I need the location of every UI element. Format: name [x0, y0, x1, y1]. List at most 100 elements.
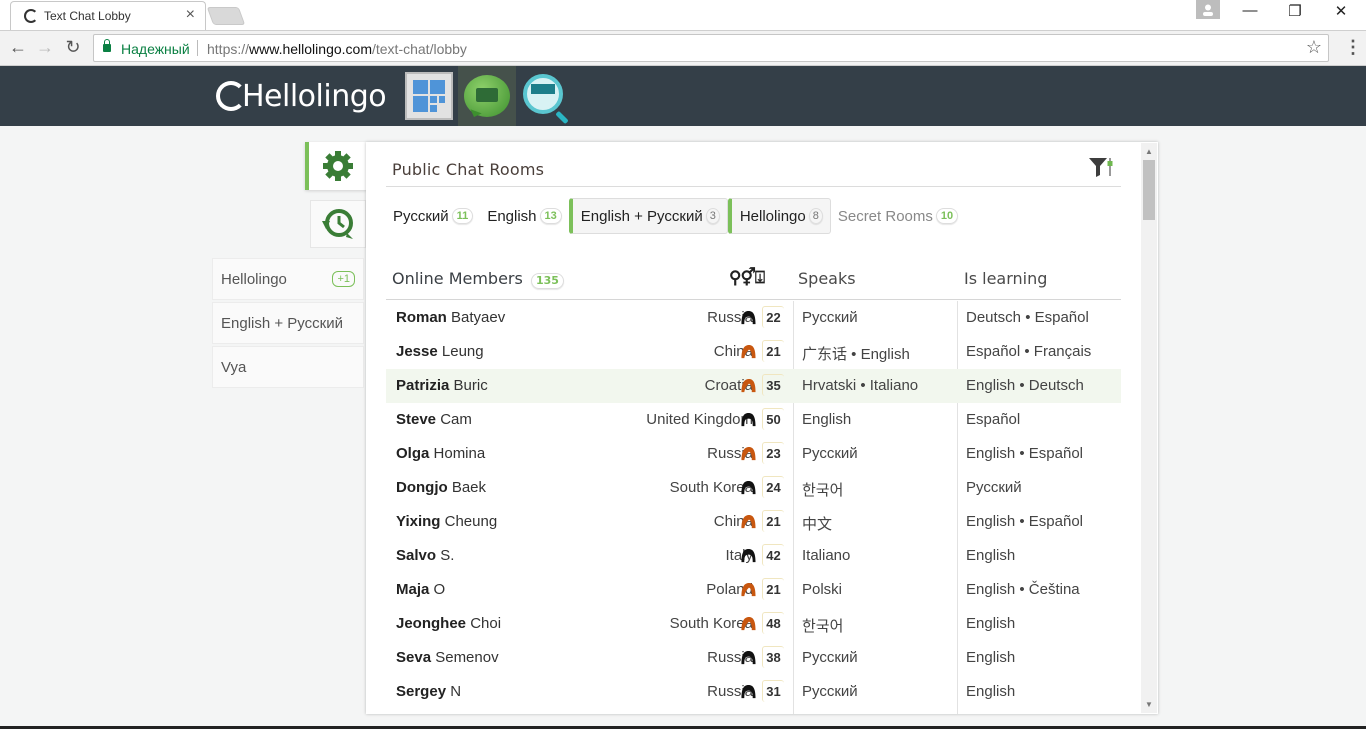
joined-room-label: Vya: [221, 358, 247, 376]
browser-menu-icon[interactable]: ⋮: [1344, 37, 1362, 58]
member-learning: English: [966, 547, 1016, 564]
last-name: Baek: [451, 479, 487, 496]
member-row[interactable]: Jeonghee Choi South Korea 48 한국어 English: [386, 607, 1121, 641]
member-row[interactable]: Maja O Poland 21 Polski English • Čeština: [386, 573, 1121, 607]
settings-tab[interactable]: [305, 142, 367, 190]
first-name: Yixing: [396, 513, 441, 530]
member-age: 24: [762, 476, 784, 498]
member-age: 31: [762, 680, 784, 702]
new-tab-button[interactable]: [206, 7, 246, 25]
member-learning: English • Deutsch: [966, 377, 1084, 394]
member-age: 21: [762, 510, 784, 532]
member-speaks: 한국어: [802, 618, 844, 635]
room-english-russian[interactable]: English + Русский 3: [568, 198, 728, 234]
member-row[interactable]: Olga Homina Russia 23 Русский English • Espa…: [386, 437, 1121, 471]
forward-icon[interactable]: →: [34, 37, 56, 58]
male-gender-icon: [741, 412, 756, 427]
close-window-button[interactable]: ✕: [1321, 2, 1361, 20]
room-label: English + Русский: [580, 207, 703, 225]
member-speaks: Русский: [802, 445, 858, 462]
member-row[interactable]: Dongjo Baek South Korea 24 한국어 Русский: [386, 471, 1121, 505]
bookmark-star-icon[interactable]: ☆: [1306, 37, 1322, 58]
private-chat-vya[interactable]: Vya: [212, 346, 364, 388]
joined-room-hellolingo[interactable]: Hellolingo +1: [212, 258, 364, 300]
member-row[interactable]: Jesse Leung China 21 广东话 • English Español •…: [386, 335, 1121, 369]
member-row[interactable]: Seva Semenov Russia 38 Русский English: [386, 641, 1121, 675]
last-name: N: [450, 683, 462, 700]
member-row[interactable]: Sergey N Russia 31 Русский English: [386, 675, 1121, 709]
member-name: Salvo S.: [396, 547, 454, 564]
joined-room-english-russian[interactable]: English + Русский: [212, 302, 364, 344]
panel-scrollbar[interactable]: ▲ ▼: [1141, 143, 1157, 713]
male-gender-icon: [741, 310, 756, 325]
members-header: Online Members 135 ⚲⚥⍗ Speaks Is learnin…: [386, 260, 1121, 300]
nav-text-chat[interactable]: [458, 66, 516, 126]
member-name: Jesse Leung: [396, 343, 484, 360]
members-count: 135: [530, 273, 564, 289]
male-gender-icon: [741, 480, 756, 495]
joined-room-label: English + Русский: [221, 314, 343, 332]
member-name: Olga Homina: [396, 445, 485, 462]
member-name: Jeonghee Choi: [396, 615, 501, 632]
close-tab-icon[interactable]: ×: [186, 6, 195, 24]
members-title-text: Online Members: [392, 269, 523, 288]
age-sort-icon[interactable]: ⍗: [755, 268, 765, 287]
room-secret-rooms[interactable]: Secret Rooms 10: [831, 198, 965, 234]
location-sort-icon[interactable]: ⚲: [729, 268, 741, 287]
member-age: 21: [762, 578, 784, 600]
member-speaks: Italiano: [802, 547, 851, 564]
female-gender-icon: [741, 344, 756, 359]
male-gender-icon: [741, 548, 756, 563]
address-bar[interactable]: Надежный https://www.hellolingo.com/text…: [93, 34, 1329, 62]
hellolingo-logo[interactable]: Hellolingo: [216, 74, 387, 118]
last-name: Leung: [441, 343, 484, 360]
member-row[interactable]: Steve Cam United Kingdom 50 English Español: [386, 403, 1121, 437]
sort-icons[interactable]: ⚲⚥⍗: [729, 268, 765, 288]
url-text[interactable]: https://www.hellolingo.com/text-chat/lob…: [207, 41, 467, 57]
member-country: United Kingdom: [646, 411, 753, 428]
member-row[interactable]: Yixing Cheung China 21 中文 English • Español: [386, 505, 1121, 539]
minimize-button[interactable]: —: [1230, 2, 1270, 19]
room-label: English: [487, 207, 537, 225]
member-row[interactable]: Salvo S. Italy 42 Italiano English: [386, 539, 1121, 573]
first-name: Olga: [396, 445, 430, 462]
room-hellolingo[interactable]: Hellolingo 8: [727, 198, 831, 234]
find-partner-icon: [523, 74, 563, 114]
back-icon[interactable]: ←: [7, 37, 29, 58]
room-english[interactable]: English 13: [480, 198, 568, 234]
scroll-down-icon[interactable]: ▼: [1145, 700, 1153, 709]
logo-mark-icon: [216, 81, 246, 111]
url-host: www.hellolingo.com: [249, 41, 372, 57]
member-learning: Русский: [966, 479, 1022, 496]
male-gender-icon: [741, 684, 756, 699]
member-row[interactable]: Patrizia Buric Croatia 35 Hrvatski • Italia…: [386, 369, 1121, 403]
history-tab[interactable]: [310, 200, 366, 248]
female-gender-icon: [741, 616, 756, 631]
member-row[interactable]: Roman Batyaev Russia 22 Русский Deutsch • Es…: [386, 301, 1121, 335]
female-gender-icon: [741, 446, 756, 461]
nav-dashboard[interactable]: [400, 66, 458, 126]
filter-icon[interactable]: [1088, 156, 1114, 178]
room-count: 13: [539, 208, 562, 224]
scroll-up-icon[interactable]: ▲: [1145, 147, 1153, 156]
room-label: Русский: [393, 207, 449, 225]
member-learning: English: [966, 683, 1016, 700]
profile-button[interactable]: [1196, 0, 1220, 19]
tab-title: Text Chat Lobby: [44, 9, 131, 23]
member-speaks: 广东话 • English: [802, 346, 910, 363]
member-learning: English • Español: [966, 513, 1083, 530]
female-gender-icon: [741, 378, 756, 393]
reload-icon[interactable]: ↻: [62, 37, 84, 58]
text-chat-icon: [464, 75, 510, 117]
member-age: 48: [762, 612, 784, 634]
room-russian[interactable]: Русский 11: [386, 198, 480, 234]
members-list: Roman Batyaev Russia 22 Русский Deutsch • Es…: [386, 301, 1121, 709]
member-age: 21: [762, 340, 784, 362]
learning-column-header[interactable]: Is learning: [964, 269, 1047, 288]
nav-find-partner[interactable]: [516, 66, 574, 126]
gender-sort-icon[interactable]: ⚥: [740, 268, 755, 287]
scrollbar-thumb[interactable]: [1143, 160, 1155, 220]
restore-button[interactable]: ❐: [1275, 2, 1315, 20]
speaks-column-header[interactable]: Speaks: [798, 269, 856, 288]
browser-tab[interactable]: Text Chat Lobby ×: [10, 1, 206, 30]
